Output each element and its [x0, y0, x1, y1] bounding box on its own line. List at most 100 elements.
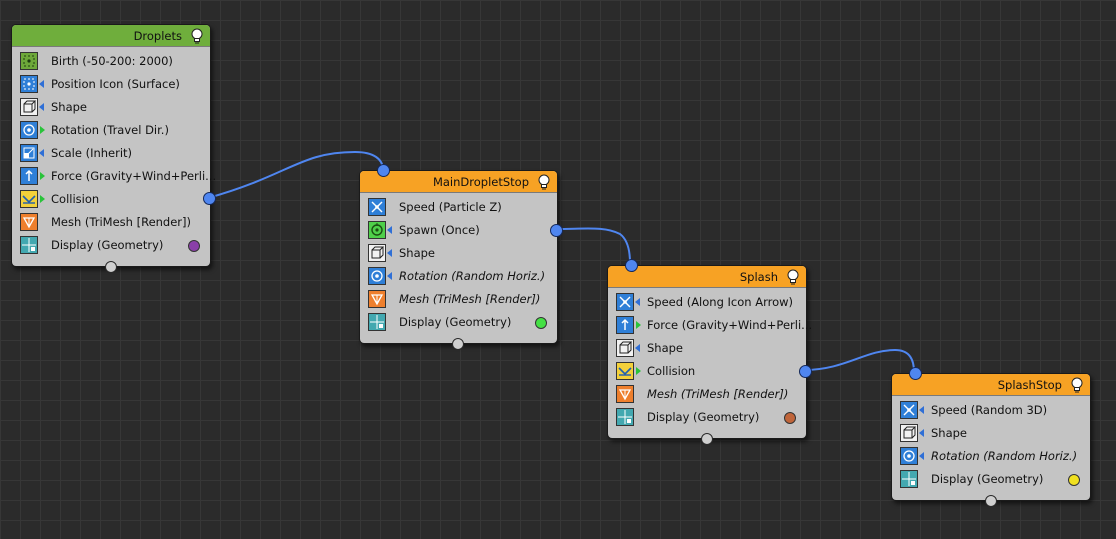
node-droplets[interactable]: Droplets Birth (-50-200: 2000) Position … [11, 24, 216, 273]
operator-arrow-icon [919, 452, 924, 460]
lightbulb-icon[interactable] [537, 174, 551, 190]
node-splashstop[interactable]: SplashStop Speed (Random 3D) Shape Rotat… [891, 367, 1091, 507]
operator-arrow-icon [39, 149, 44, 157]
operator-rotation[interactable]: Rotation (Random Horiz.) [892, 445, 1090, 468]
display-icon [20, 236, 38, 254]
operator-display[interactable]: Display (Geometry) [360, 311, 557, 334]
node-header[interactable]: MainDropletStop [360, 171, 557, 193]
operator-label: Speed (Random 3D) [931, 403, 1048, 417]
operator-label: Display (Geometry) [51, 238, 164, 252]
operator-rotation[interactable]: Rotation (Random Horiz.) [360, 265, 557, 288]
node-header[interactable]: SplashStop [892, 374, 1090, 396]
shape-icon [900, 424, 918, 442]
operator-label: Birth (-50-200: 2000) [51, 54, 173, 68]
operator-spawn[interactable]: Spawn (Once) [360, 219, 557, 242]
output-port[interactable] [550, 224, 563, 237]
operator-arrow-icon [635, 298, 640, 306]
operator-birth[interactable]: Birth (-50-200: 2000) [12, 50, 210, 73]
shape-icon [368, 244, 386, 262]
scale-icon [20, 144, 38, 162]
shape-icon [20, 98, 38, 116]
operator-mesh[interactable]: Mesh (TriMesh [Render]) [12, 211, 210, 234]
operator-label: Shape [931, 426, 968, 440]
operator-shape[interactable]: Shape [12, 96, 210, 119]
speed-icon [616, 293, 634, 311]
force-icon [616, 316, 634, 334]
event-port[interactable] [105, 261, 117, 273]
wire-maindropletstop-to-splash [555, 227, 631, 264]
particle-flow-canvas[interactable]: Droplets Birth (-50-200: 2000) Position … [0, 0, 1116, 539]
operator-speed[interactable]: Speed (Along Icon Arrow) [608, 291, 806, 314]
event-port[interactable] [701, 433, 713, 445]
operator-force[interactable]: Force (Gravity+Wind+Perli... [608, 314, 812, 337]
operator-collision[interactable]: Collision [12, 188, 210, 211]
collision-icon [20, 190, 38, 208]
operator-shape[interactable]: Shape [892, 422, 1090, 445]
operator-label: Mesh (TriMesh [Render]) [51, 215, 192, 229]
operator-label: Collision [51, 192, 100, 206]
operator-label: Shape [647, 341, 684, 355]
lightbulb-icon[interactable] [190, 28, 204, 44]
display-color-swatch[interactable] [188, 240, 200, 252]
input-port[interactable] [377, 164, 390, 177]
display-color-swatch[interactable] [535, 317, 547, 329]
display-icon [900, 470, 918, 488]
operator-arrow-icon [40, 172, 45, 180]
operator-label: Display (Geometry) [647, 410, 760, 424]
operator-position-icon[interactable]: Position Icon (Surface) [12, 73, 210, 96]
operator-speed[interactable]: Speed (Random 3D) [892, 399, 1090, 422]
event-port[interactable] [985, 495, 997, 507]
spawn-icon [368, 221, 386, 239]
rotation-icon [900, 447, 918, 465]
operator-label: Speed (Along Icon Arrow) [647, 295, 794, 309]
node-header[interactable]: Splash [608, 266, 806, 288]
node-title: SplashStop [997, 378, 1062, 392]
lightbulb-icon[interactable] [1070, 377, 1084, 393]
input-port[interactable] [625, 259, 638, 272]
output-port[interactable] [799, 365, 812, 378]
operator-mesh[interactable]: Mesh (TriMesh [Render]) [608, 383, 806, 406]
operator-shape[interactable]: Shape [608, 337, 806, 360]
operator-label: Rotation (Random Horiz.) [931, 449, 1078, 463]
shape-icon [616, 339, 634, 357]
operator-arrow-icon [39, 103, 44, 111]
operator-arrow-icon [387, 226, 392, 234]
node-maindropletstop[interactable]: MainDropletStop Speed (Particle Z) Spawn… [359, 164, 563, 350]
display-color-swatch[interactable] [1068, 474, 1080, 486]
operator-arrow-icon [919, 406, 924, 414]
node-splash[interactable]: Splash Speed (Along Icon Arrow) Force (G… [607, 259, 812, 445]
operator-label: Scale (Inherit) [51, 146, 133, 160]
event-port[interactable] [452, 338, 464, 350]
operator-force[interactable]: Force (Gravity+Wind+Perli... [12, 165, 216, 188]
mesh-icon [368, 290, 386, 308]
operator-rotation[interactable]: Rotation (Travel Dir.) [12, 119, 210, 142]
wire-splash-to-splashstop [803, 348, 915, 373]
speed-icon [368, 198, 386, 216]
input-port[interactable] [909, 367, 922, 380]
operator-arrow-icon [636, 367, 641, 375]
operator-arrow-icon [40, 195, 45, 203]
operator-collision[interactable]: Collision [608, 360, 806, 383]
operator-shape[interactable]: Shape [360, 242, 557, 265]
operator-scale[interactable]: Scale (Inherit) [12, 142, 210, 165]
operator-arrow-icon [39, 80, 44, 88]
display-color-swatch[interactable] [784, 412, 796, 424]
operator-display[interactable]: Display (Geometry) [892, 468, 1090, 491]
node-title: Splash [739, 270, 778, 284]
speed-icon [900, 401, 918, 419]
node-header[interactable]: Droplets [12, 25, 210, 47]
operator-label: Collision [647, 364, 696, 378]
rotation-icon [368, 267, 386, 285]
operator-display[interactable]: Display (Geometry) [608, 406, 806, 429]
operator-label: Spawn (Once) [399, 223, 480, 237]
output-port[interactable] [203, 192, 216, 205]
operator-display[interactable]: Display (Geometry) [12, 234, 210, 257]
lightbulb-icon[interactable] [786, 269, 800, 285]
birth-icon [20, 52, 38, 70]
operator-speed[interactable]: Speed (Particle Z) [360, 196, 557, 219]
operator-label: Mesh (TriMesh [Render]) [399, 292, 541, 306]
collision-icon [616, 362, 634, 380]
operator-label: Display (Geometry) [931, 472, 1044, 486]
operator-mesh[interactable]: Mesh (TriMesh [Render]) [360, 288, 557, 311]
operator-label: Display (Geometry) [399, 315, 512, 329]
